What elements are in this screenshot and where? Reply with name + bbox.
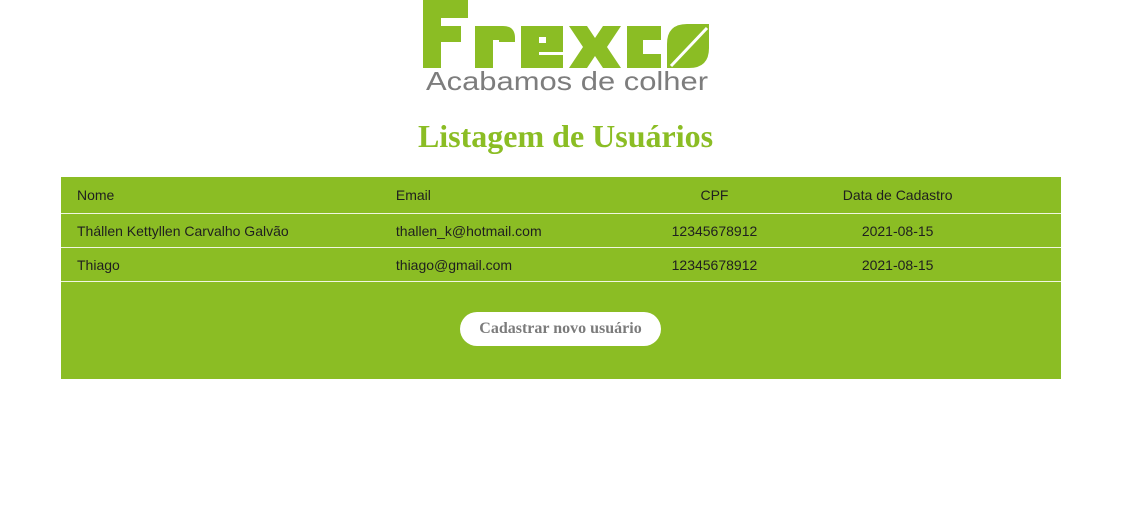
cell-cpf: 12345678912 — [646, 213, 783, 248]
brand-tagline: Acabamos de colher — [426, 66, 708, 95]
frexco-logo: Acabamos de colher — [423, 0, 709, 95]
column-header-cpf: CPF — [646, 177, 783, 214]
cell-name: Thiago — [61, 247, 396, 282]
cell-email: thiago@gmail.com — [395, 247, 647, 282]
page-title: Listagem de Usuários — [417, 118, 714, 154]
cell-date: 2021-08-15 — [782, 247, 1061, 282]
cell-email: thallen_k@hotmail.com — [395, 213, 647, 248]
column-header-name: Nome — [61, 177, 396, 214]
cell-name: Thállen Kettyllen Carvalho Galvão — [61, 213, 396, 248]
register-new-user-button[interactable]: Cadastrar novo usuário — [460, 312, 661, 346]
table-row: Thállen Kettyllen Carvalho Galvão thalle… — [61, 213, 1061, 248]
users-panel: Nome Email CPF Data de Cadastro Thállen … — [61, 177, 1061, 379]
actions-bar: Cadastrar novo usuário — [61, 312, 1061, 346]
table-row: Thiago thiago@gmail.com 12345678912 2021… — [61, 247, 1061, 282]
users-table: Nome Email CPF Data de Cadastro Thállen … — [61, 177, 1061, 282]
cell-cpf: 12345678912 — [646, 247, 783, 282]
cell-date: 2021-08-15 — [782, 213, 1061, 248]
table-header-row: Nome Email CPF Data de Cadastro — [61, 177, 1061, 214]
column-header-date: Data de Cadastro — [782, 177, 1061, 214]
column-header-email: Email — [395, 177, 647, 214]
